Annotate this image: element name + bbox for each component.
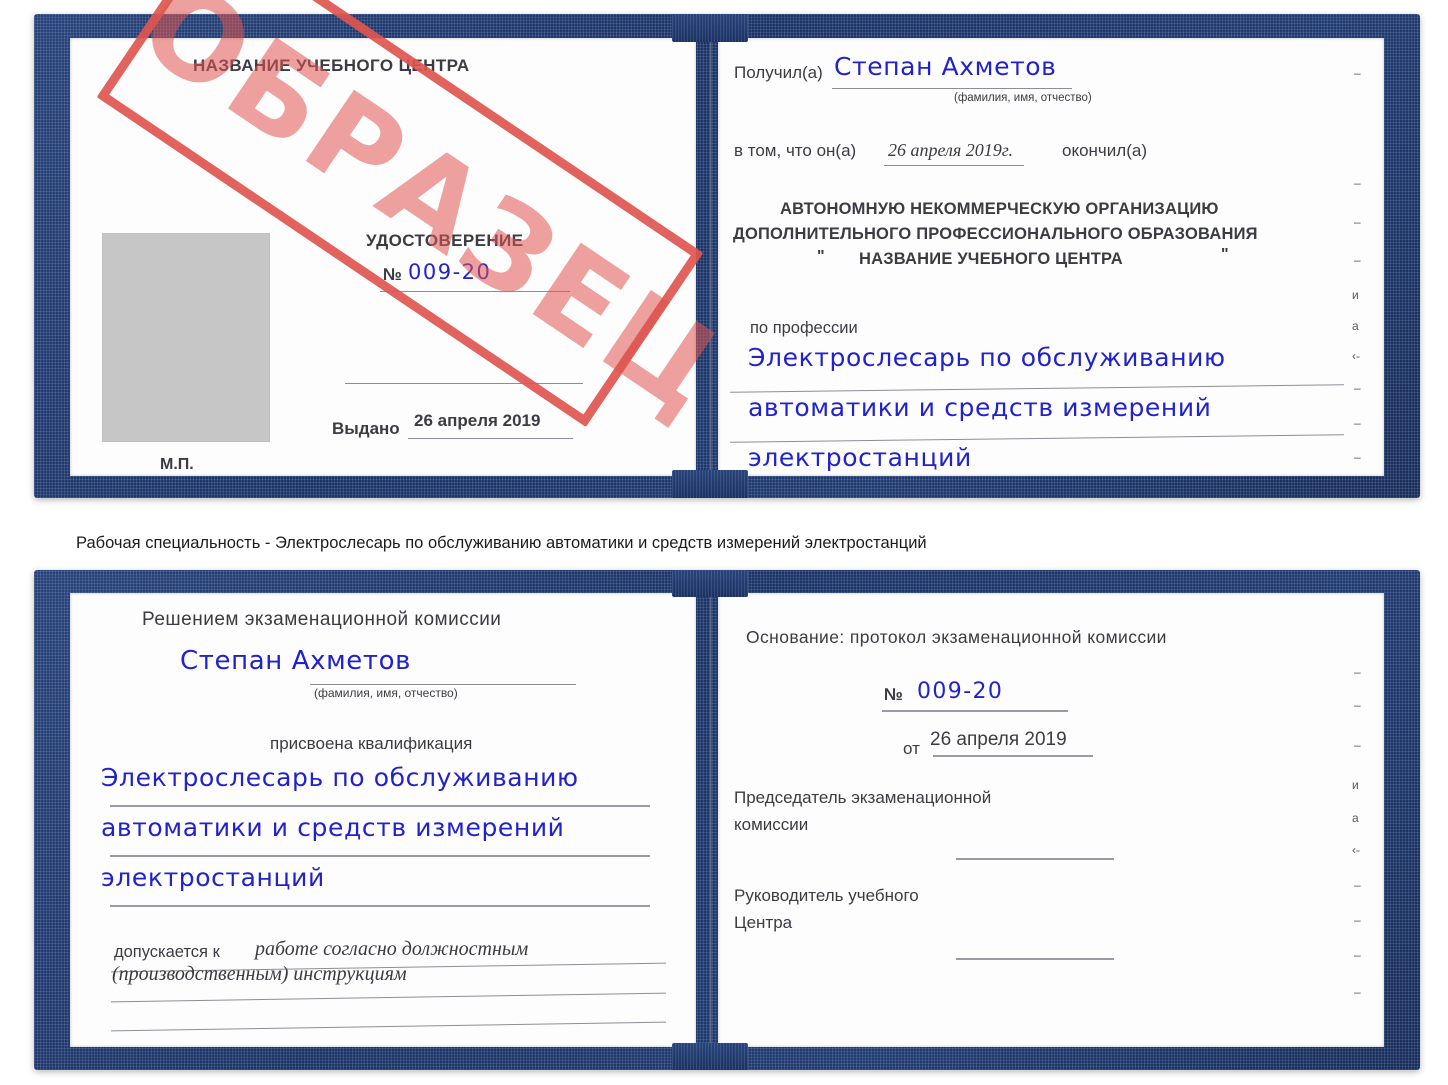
protocol-number-value: 009-20 xyxy=(917,679,1004,704)
qualification-rule-3 xyxy=(110,905,650,907)
issued-date-rule xyxy=(408,438,573,439)
qualification-value-line-1: Электрослесарь по обслуживанию xyxy=(101,763,579,792)
issued-label: Выдано xyxy=(332,419,400,438)
organization-quote-open: " xyxy=(817,248,825,265)
protocol-date-rule xyxy=(933,755,1093,757)
edge-fragment: ‹- xyxy=(1352,349,1360,363)
head-of-center-label-line-2: Центра xyxy=(734,913,793,932)
qualification-value-line-3: электростанций xyxy=(101,863,325,892)
certificate-number-rule xyxy=(380,291,570,292)
finished-label: окончил(а) xyxy=(1062,141,1147,160)
head-of-center-label-line-1: Руководитель учебного xyxy=(734,886,919,905)
qualification-value-line-2: автоматики и средств измерений xyxy=(101,813,565,842)
page-caption: Рабочая специальность - Электрослесарь п… xyxy=(76,534,927,552)
edge-fragment: – xyxy=(1354,381,1361,395)
edge-fragment: ‹- xyxy=(1352,843,1360,857)
protocol-number-label: № xyxy=(884,685,903,704)
basis-protocol-label: Основание: протокол экзаменационной коми… xyxy=(746,627,1167,647)
edge-fragment: и xyxy=(1352,778,1359,792)
chairman-label-line-2: комиссии xyxy=(734,815,809,834)
certificate-top-left-page: НАЗВАНИЕ УЧЕБНОГО ЦЕНТРА УДОСТОВЕРЕНИЕ №… xyxy=(70,38,696,476)
certificate-bottom-right-page: Основание: протокол экзаменационной коми… xyxy=(718,593,1384,1047)
seal-place-label: М.П. xyxy=(160,456,194,473)
blank-rule-middle xyxy=(345,383,583,384)
certificate-number-label: № xyxy=(383,265,402,284)
issued-date-value: 26 апреля 2019 xyxy=(414,411,541,430)
profession-value-line-2: автоматики и средств измерений xyxy=(748,393,1212,422)
completion-date-value: 26 апреля 2019г. xyxy=(888,140,1014,160)
chairman-signature-rule xyxy=(956,858,1114,860)
certificate-number-value: 009-20 xyxy=(408,260,492,284)
admitted-to-value-line-1: работе согласно должностным xyxy=(255,938,529,960)
edge-fragment: а xyxy=(1352,319,1359,333)
certificate-top-right-page: Получил(а) Степан Ахметов (фамилия, имя,… xyxy=(718,38,1384,476)
training-center-name-heading: НАЗВАНИЕ УЧЕБНОГО ЦЕНТРА xyxy=(193,56,470,75)
profession-label: по профессии xyxy=(750,319,858,337)
qualification-assigned-label: присвоена квалификация xyxy=(270,734,473,753)
graduate-name-value: Степан Ахметов xyxy=(180,646,412,676)
organization-line-1: АВТОНОМНУЮ НЕКОММЕРЧЕСКУЮ ОРГАНИЗАЦИЮ xyxy=(780,200,1219,218)
in-that-label: в том, что он(а) xyxy=(734,141,857,160)
edge-fragment: – xyxy=(1354,450,1361,464)
organization-line-2: ДОПОЛНИТЕЛЬНОГО ПРОФЕССИОНАЛЬНОГО ОБРАЗО… xyxy=(733,225,1258,243)
document-title: УДОСТОВЕРЕНИЕ xyxy=(366,231,524,250)
organization-quote-close: " xyxy=(1221,246,1229,263)
received-name-value: Степан Ахметов xyxy=(834,52,1057,81)
edge-fragment: – xyxy=(1354,416,1361,430)
edge-fragment: – xyxy=(1354,985,1361,999)
received-name-rule xyxy=(832,88,1072,89)
protocol-number-rule xyxy=(882,710,1068,712)
edge-fragment: – xyxy=(1354,738,1361,752)
certificate-bottom-spine xyxy=(709,595,712,1045)
fio-hint-top: (фамилия, имя, отчество) xyxy=(954,92,1092,104)
received-label: Получил(а) xyxy=(734,63,823,82)
completion-date-rule xyxy=(884,165,1024,166)
edge-fragment: – xyxy=(1354,948,1361,962)
edge-fragment: – xyxy=(1354,215,1361,229)
photo-placeholder xyxy=(102,233,270,442)
edge-fragment: – xyxy=(1354,878,1361,892)
edge-fragment: – xyxy=(1354,913,1361,927)
organization-line-3: НАЗВАНИЕ УЧЕБНОГО ЦЕНТРА xyxy=(859,250,1123,268)
profession-rule-2 xyxy=(730,434,1344,443)
chairman-label-line-1: Председатель экзаменационной xyxy=(734,788,992,807)
fio-hint-bottom: (фамилия, имя, отчество) xyxy=(314,686,458,700)
certificate-bottom-spine-tab-lower xyxy=(672,1043,748,1070)
profession-value-line-3: электростанций xyxy=(748,443,972,472)
qualification-rule-1 xyxy=(110,805,650,807)
graduate-name-rule xyxy=(310,684,576,685)
certificate-bottom-left-page: Решением экзаменационной комиссии Степан… xyxy=(70,593,696,1047)
protocol-date-label: от xyxy=(903,739,920,758)
certificate-top-spine-tab-lower xyxy=(672,470,748,498)
profession-value-line-1: Электрослесарь по обслуживанию xyxy=(748,343,1226,372)
admitted-to-value-line-2: (производственным) инструкциям xyxy=(112,963,407,985)
protocol-date-value: 26 апреля 2019 xyxy=(930,729,1067,750)
admitted-rule-3 xyxy=(111,1021,666,1032)
edge-fragment: – xyxy=(1354,176,1361,190)
qualification-rule-2 xyxy=(110,855,650,857)
screenshot-root: НАЗВАНИЕ УЧЕБНОГО ЦЕНТРА УДОСТОВЕРЕНИЕ №… xyxy=(0,0,1448,1085)
edge-fragment: – xyxy=(1354,66,1361,80)
edge-fragment: и xyxy=(1352,288,1359,302)
admitted-to-label: допускается к xyxy=(114,943,220,961)
edge-fragment: – xyxy=(1354,665,1361,679)
certificate-bottom-spine-tab-upper xyxy=(672,570,748,597)
edge-fragment: – xyxy=(1354,698,1361,712)
head-of-center-signature-rule xyxy=(956,958,1114,960)
commission-decision-heading: Решением экзаменационной комиссии xyxy=(142,609,502,630)
certificate-top-spine xyxy=(709,40,712,474)
admitted-rule-2 xyxy=(111,992,666,1003)
edge-fragment: а xyxy=(1352,811,1359,825)
edge-fragment: – xyxy=(1354,253,1361,267)
certificate-top-spine-tab-upper xyxy=(672,14,748,42)
profession-rule-1 xyxy=(730,384,1344,393)
